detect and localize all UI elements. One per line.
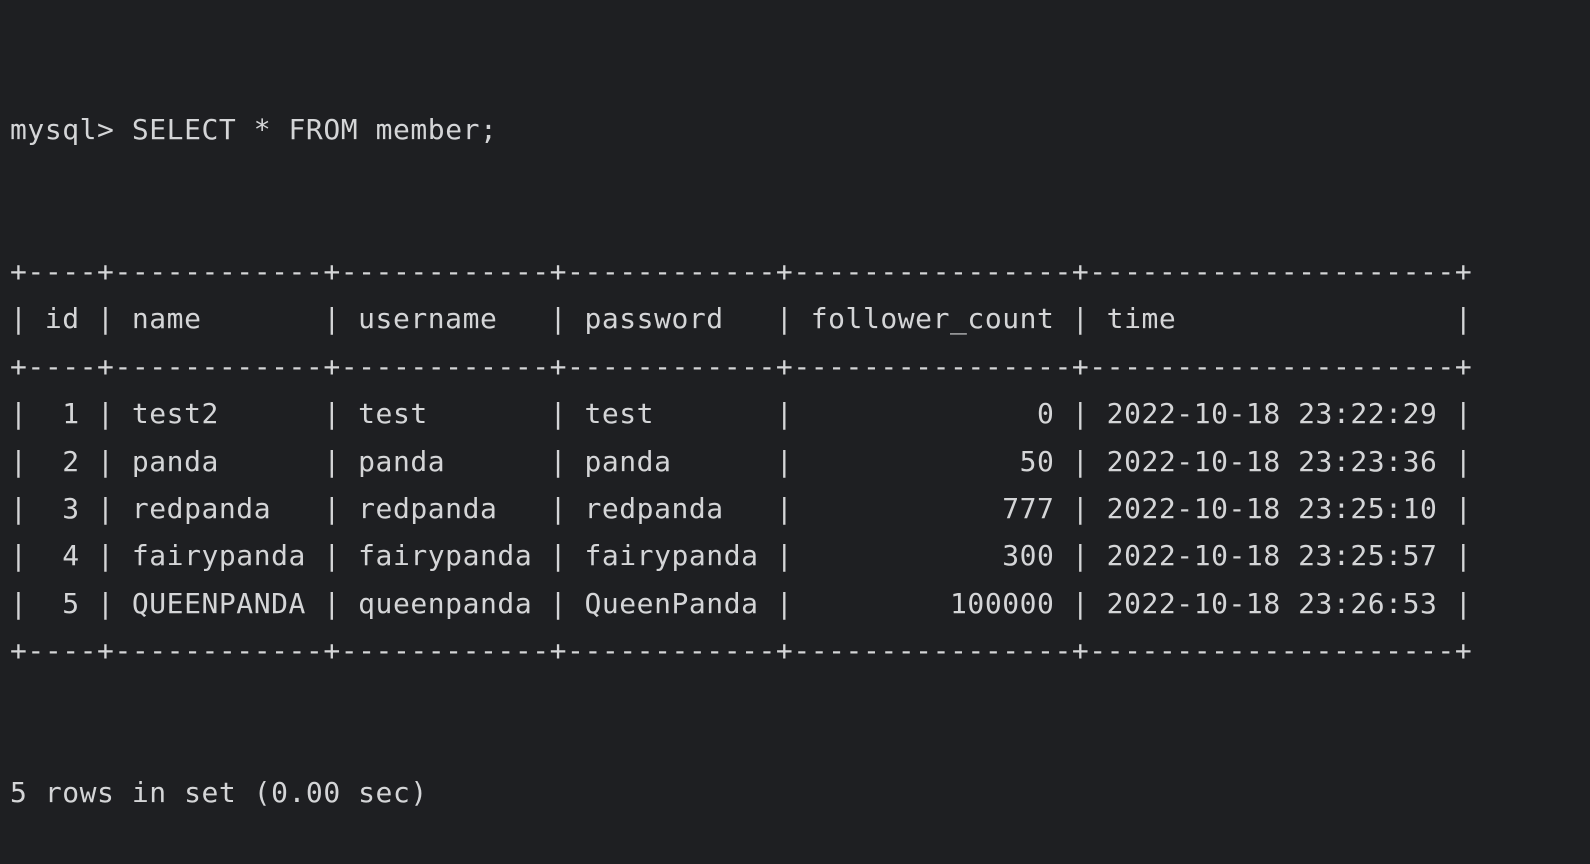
mysql-prompt: mysql>: [10, 112, 132, 146]
table-row: | 1 | test2 | test | test | 0 | 2022-10-…: [10, 397, 1473, 431]
table-border: +----+------------+------------+--------…: [10, 349, 1473, 383]
table-row: | 5 | QUEENPANDA | queenpanda | QueenPan…: [10, 586, 1473, 620]
table-row: | 4 | fairypanda | fairypanda | fairypan…: [10, 539, 1473, 573]
table-border: +----+------------+------------+--------…: [10, 634, 1473, 668]
table-border: +----+------------+------------+--------…: [10, 255, 1473, 289]
command-line: mysql> SELECT * FROM member;: [10, 106, 1590, 153]
result-table: +----+------------+------------+--------…: [10, 248, 1590, 675]
sql-command: SELECT * FROM member;: [131, 112, 498, 146]
table-row: | 3 | redpanda | redpanda | redpanda | 7…: [10, 491, 1473, 525]
terminal-output[interactable]: mysql> SELECT * FROM member; +----+-----…: [10, 11, 1590, 810]
result-summary: 5 rows in set (0.00 sec): [10, 776, 428, 810]
table-header-row: | id | name | username | password | foll…: [10, 302, 1473, 336]
table-row: | 2 | panda | panda | panda | 50 | 2022-…: [10, 444, 1473, 478]
terminal-window[interactable]: { "terminal": { "prompt": "mysql> ", "co…: [0, 0, 1590, 810]
